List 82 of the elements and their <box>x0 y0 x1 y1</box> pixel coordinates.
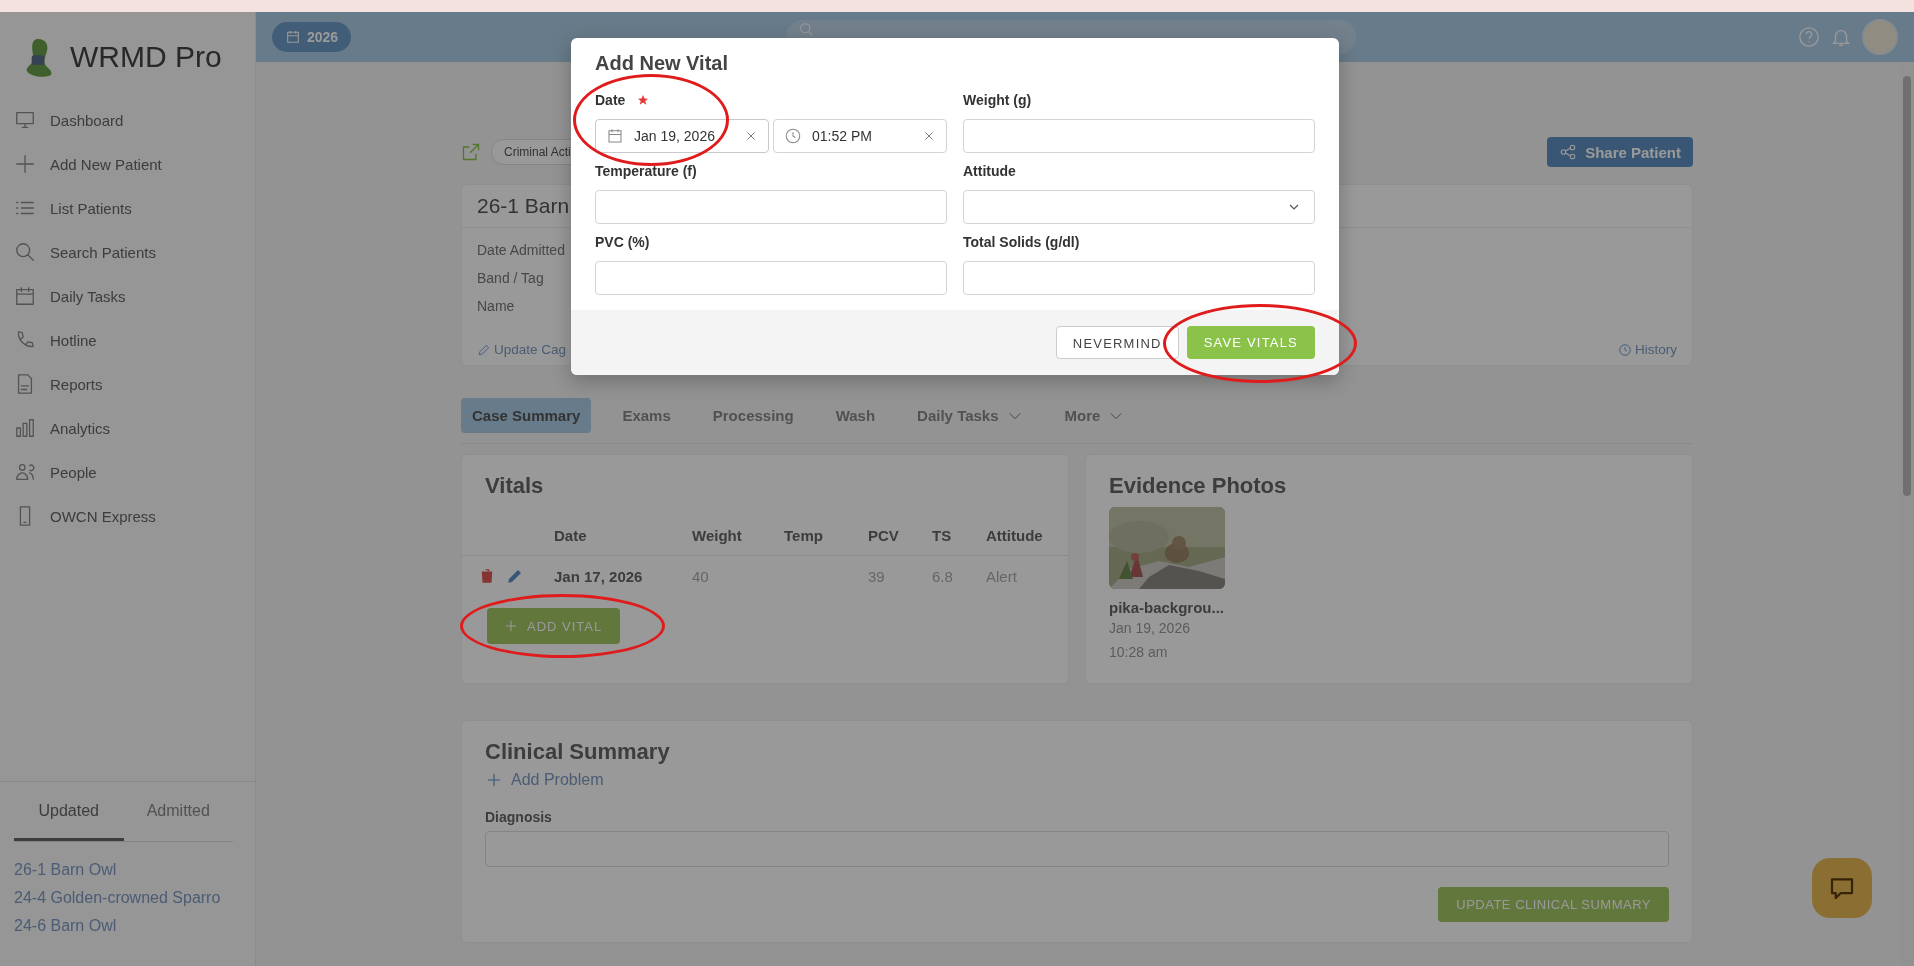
calendar-icon <box>285 29 301 45</box>
column-header: TS <box>932 526 953 544</box>
field-label: Diagnosis <box>485 809 553 825</box>
nav-item[interactable]: OWCN Express <box>14 494 255 538</box>
input-field[interactable] <box>963 261 1315 295</box>
update-cage-link[interactable]: Update Cag <box>477 342 567 357</box>
calendar-icon <box>14 285 36 307</box>
column-header: Weight <box>692 526 743 544</box>
dialog-title: Add New Vital <box>595 52 729 75</box>
recent-patient-link[interactable]: 24-6 Barn Owl <box>14 912 241 940</box>
photo-date: Jan 19, 2026 <box>1109 619 1191 638</box>
field-label: Weight (g) <box>963 92 1032 108</box>
pencil-icon[interactable] <box>506 567 524 585</box>
share-patient-button[interactable]: Share Patient <box>1547 137 1693 167</box>
clock-icon <box>784 127 802 145</box>
cancel-button[interactable]: NEVERMIND <box>1055 326 1179 359</box>
column-header: Date <box>554 526 588 544</box>
field-label: Attitude <box>963 163 1016 179</box>
table-cell-text: Jan 17, 2026 <box>554 567 644 585</box>
monitor-icon <box>14 109 36 131</box>
column-header: PCV <box>868 526 900 544</box>
plus-icon <box>14 153 36 175</box>
share-icon <box>1559 143 1578 161</box>
tab[interactable]: Exams <box>611 398 682 433</box>
edit-icon[interactable] <box>461 142 481 162</box>
time-field[interactable]: 01:52 PM <box>773 119 947 153</box>
search-icon <box>14 241 36 263</box>
field-label: Date Admitted <box>477 241 565 260</box>
sidebar-tab[interactable]: Updated <box>14 794 124 841</box>
tab[interactable]: Processing <box>701 398 805 433</box>
nav-item[interactable]: Daily Tasks <box>14 274 255 318</box>
plus-icon <box>503 618 519 634</box>
app-logo: WRMD Pro <box>70 40 222 74</box>
nav-item[interactable]: List Patients <box>14 186 255 230</box>
column-header: Attitude <box>986 526 1044 544</box>
help-icon[interactable] <box>1798 26 1820 48</box>
nav-item[interactable]: Analytics <box>14 406 255 450</box>
tab[interactable]: Case Summary <box>461 398 592 433</box>
input-field[interactable] <box>595 261 947 295</box>
nav-item[interactable]: Dashboard <box>14 98 255 142</box>
tab[interactable]: Wash <box>824 398 887 433</box>
update-clinical-summary-button[interactable]: UPDATE CLINICAL SUMMARY <box>1438 887 1669 922</box>
card-title: Clinical Summary <box>485 739 671 766</box>
nav-item[interactable]: Hotline <box>14 318 255 362</box>
pencil-icon <box>477 342 491 357</box>
tab[interactable]: Daily Tasks <box>906 398 1034 433</box>
photo-filename: pika-backgrou... <box>1109 599 1225 616</box>
plus-icon <box>485 771 503 789</box>
nav-item[interactable]: Add New Patient <box>14 142 255 186</box>
tab[interactable]: More <box>1053 398 1136 433</box>
clock-icon <box>1618 342 1632 357</box>
bar-chart-icon <box>14 417 36 439</box>
recent-patient-link[interactable]: 24-4 Golden-crowned Sparro <box>14 884 241 912</box>
field-label: PVC (%) <box>595 234 650 250</box>
nav-item[interactable]: Reports <box>14 362 255 406</box>
date-field[interactable]: Jan 19, 2026 <box>595 119 769 153</box>
sidebar-tab[interactable]: Admitted <box>123 794 233 841</box>
chat-button[interactable] <box>1812 858 1872 918</box>
card-title: Vitals <box>484 472 545 500</box>
column-header: Temp <box>784 526 824 544</box>
year-button[interactable]: 2026 <box>272 22 352 52</box>
field-label: Temperature (f) <box>595 163 697 179</box>
add-vital-button[interactable]: ADD VITAL <box>487 608 621 644</box>
search-icon <box>800 23 813 36</box>
input-field[interactable] <box>595 190 947 224</box>
nav-item[interactable]: Search Patients <box>14 230 255 274</box>
save-button[interactable]: SAVE VITALS <box>1186 326 1315 359</box>
field-label: Band / Tag <box>477 269 544 288</box>
recent-patient-link[interactable]: 26-1 Barn Owl <box>14 856 241 884</box>
card-title: Evidence Photos <box>1109 472 1288 500</box>
nav-item[interactable]: People <box>14 450 255 494</box>
field-label: Total Solids (g/dl) <box>963 234 1080 250</box>
history-link[interactable]: History <box>1618 342 1677 357</box>
field-label: Date <box>595 92 626 108</box>
field-label: Name <box>477 297 515 316</box>
user-avatar[interactable] <box>1862 19 1898 55</box>
input-field[interactable] <box>963 119 1315 153</box>
attitude-select[interactable] <box>963 190 1315 224</box>
calendar-icon <box>606 127 624 145</box>
add-problem-link[interactable]: Add Problem <box>485 771 1669 789</box>
photo-time: 10:28 am <box>1109 643 1169 662</box>
people-icon <box>14 461 36 483</box>
